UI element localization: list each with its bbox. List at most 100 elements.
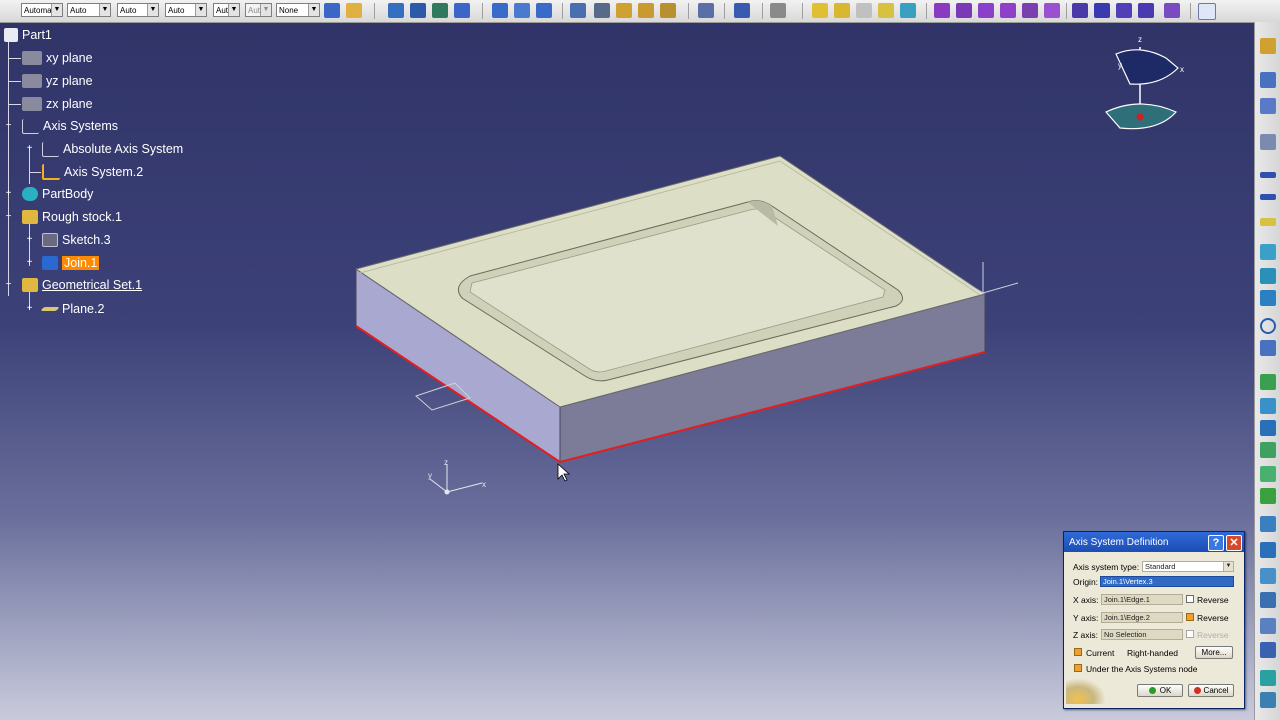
plane-icon[interactable] <box>1260 218 1276 226</box>
tree-node-part1[interactable]: Part1 <box>4 26 52 44</box>
zoom-out-icon[interactable] <box>514 3 530 18</box>
z-axis-field[interactable]: No Selection <box>1101 629 1183 640</box>
close-surface-icon[interactable] <box>1116 3 1132 18</box>
ok-button[interactable]: OK <box>1137 684 1183 697</box>
zoom-in-icon[interactable] <box>492 3 508 18</box>
draft-icon[interactable] <box>978 3 994 18</box>
tree-node-sketch3[interactable]: Sketch.3 <box>42 231 111 249</box>
workbench-icon[interactable] <box>1260 38 1276 54</box>
shaft-icon[interactable] <box>878 3 894 18</box>
normal-view-icon[interactable] <box>536 3 552 18</box>
offset-icon[interactable] <box>1260 290 1276 306</box>
boundary-icon[interactable] <box>1260 642 1276 658</box>
thickness-icon[interactable] <box>1022 3 1038 18</box>
shell-icon[interactable] <box>1000 3 1016 18</box>
blend-icon[interactable] <box>1260 488 1276 504</box>
expand-toggle-icon[interactable]: − <box>4 121 13 131</box>
circle-icon[interactable] <box>1260 318 1276 334</box>
expand-toggle-icon[interactable]: + <box>25 144 34 154</box>
layer-combo[interactable]: Aut ▼ <box>213 3 240 17</box>
pan-icon[interactable] <box>432 3 448 18</box>
text-icon[interactable] <box>770 3 786 18</box>
sketch-icon[interactable] <box>1260 134 1276 150</box>
expand-toggle-icon[interactable]: + <box>25 258 34 268</box>
current-checkbox[interactable] <box>1074 648 1082 656</box>
tree-node-absolute-axis[interactable]: Absolute Axis System <box>42 140 183 158</box>
point-icon[interactable] <box>1260 172 1276 178</box>
extrude-icon[interactable] <box>1260 374 1276 390</box>
fit-all-icon[interactable] <box>410 3 426 18</box>
quick-view-icon[interactable] <box>570 3 586 18</box>
tree-node-zx-plane[interactable]: zx plane <box>22 95 93 113</box>
analysis-icon[interactable] <box>1198 3 1216 20</box>
x-axis-field[interactable]: Join.1\Edge.1 <box>1101 594 1183 605</box>
tree-node-join1[interactable]: Join.1 <box>42 254 100 272</box>
spline-icon[interactable] <box>1260 340 1276 356</box>
tree-node-partbody[interactable]: PartBody <box>22 185 93 203</box>
trim-icon[interactable] <box>1260 618 1276 634</box>
x-reverse-checkbox[interactable] <box>1186 595 1194 603</box>
pocket-icon[interactable] <box>834 3 850 18</box>
projection-icon[interactable] <box>1260 244 1276 260</box>
rotate-icon[interactable] <box>454 3 470 18</box>
grid-icon[interactable] <box>594 3 610 18</box>
none-combo[interactable]: None ▼ <box>276 3 320 17</box>
swap-visible-icon[interactable] <box>660 3 676 18</box>
format-painter-icon[interactable] <box>346 3 362 18</box>
line-weight-combo[interactable]: Auto ▼ <box>117 3 159 17</box>
intersection-icon[interactable] <box>1260 268 1276 284</box>
tree-node-yz-plane[interactable]: yz plane <box>22 72 93 90</box>
compass-widget[interactable] <box>1105 47 1179 130</box>
pad-icon[interactable] <box>812 3 828 18</box>
healing-icon[interactable] <box>1260 542 1276 558</box>
line-icon[interactable] <box>1260 194 1276 200</box>
select-arrow-icon[interactable] <box>1260 72 1276 88</box>
join-icon[interactable] <box>1260 516 1276 532</box>
tree-node-axis-system-2[interactable]: Axis System.2 <box>42 163 143 181</box>
catalog-icon[interactable] <box>734 3 750 18</box>
line-type-combo[interactable]: Automa ▼ <box>21 3 63 17</box>
measure-icon[interactable] <box>698 3 714 18</box>
origin-field[interactable]: Join.1\Vertex.3 <box>1100 576 1234 587</box>
split-icon[interactable] <box>1072 3 1088 18</box>
tree-node-axis-systems[interactable]: Axis Systems <box>22 117 118 135</box>
multi-section-icon[interactable] <box>1260 466 1276 482</box>
select-trap-icon[interactable] <box>1260 98 1276 114</box>
y-reverse-checkbox[interactable] <box>1186 613 1194 621</box>
expand-toggle-icon[interactable]: − <box>4 212 13 222</box>
more-button[interactable]: More... <box>1195 646 1233 659</box>
cancel-button[interactable]: Cancel <box>1188 684 1234 697</box>
sew-surface-icon[interactable] <box>1138 3 1154 18</box>
thick-surface-icon[interactable] <box>1094 3 1110 18</box>
groove-icon[interactable] <box>900 3 916 18</box>
thickness-combo[interactable]: Auto ▼ <box>67 3 111 17</box>
part-geometry[interactable] <box>354 155 987 463</box>
revolve-icon[interactable] <box>1260 398 1276 414</box>
rotate-icon[interactable] <box>1260 692 1276 708</box>
split-icon[interactable] <box>1260 592 1276 608</box>
fill-icon[interactable] <box>1260 442 1276 458</box>
translate-icon[interactable] <box>1260 670 1276 686</box>
tree-node-plane2[interactable]: Plane.2 <box>40 300 104 318</box>
chamfer-icon[interactable] <box>956 3 972 18</box>
tree-node-rough-stock[interactable]: Rough stock.1 <box>22 208 122 226</box>
expand-toggle-icon[interactable]: + <box>25 304 34 314</box>
axis-type-select[interactable]: Standard ▼ <box>1142 561 1234 572</box>
expand-toggle-icon[interactable]: − <box>4 280 13 290</box>
untrim-icon[interactable] <box>1260 568 1276 584</box>
dialog-titlebar[interactable]: Axis System Definition ? ✕ <box>1064 532 1244 552</box>
sweep-icon[interactable] <box>1260 420 1276 436</box>
fillet-icon[interactable] <box>934 3 950 18</box>
y-axis-field[interactable]: Join.1\Edge.2 <box>1101 612 1183 623</box>
tree-node-geometrical-set[interactable]: Geometrical Set.1 <box>22 276 142 294</box>
under-node-checkbox[interactable] <box>1074 664 1082 672</box>
shading-icon[interactable] <box>616 3 632 18</box>
close-button[interactable]: ✕ <box>1226 535 1242 551</box>
hole-icon[interactable] <box>856 3 872 18</box>
point-type-combo[interactable]: Auto ▼ <box>165 3 207 17</box>
hide-show-icon[interactable] <box>638 3 654 18</box>
thread-icon[interactable] <box>1044 3 1060 18</box>
fly-mode-icon[interactable] <box>388 3 404 18</box>
expand-toggle-icon[interactable]: + <box>25 235 34 245</box>
paintbrush-icon[interactable] <box>324 3 340 18</box>
